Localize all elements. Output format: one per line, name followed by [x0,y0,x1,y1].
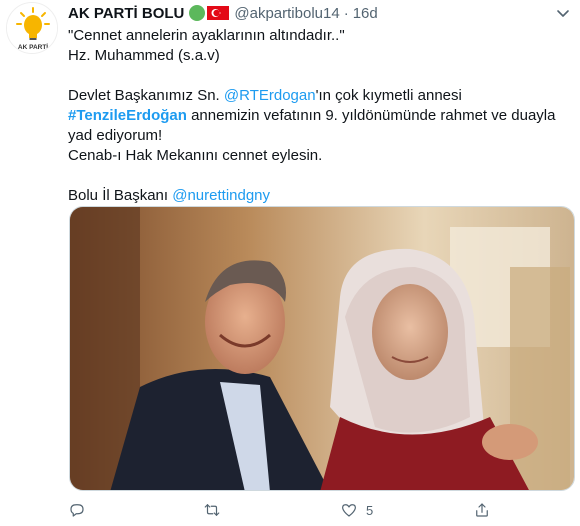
caret-down-icon [557,10,569,17]
text-fragment: Devlet Başkanımız Sn. [68,87,224,104]
tweet-actions: 5 [68,498,568,522]
hashtag-link[interactable]: #TenzileErdoğan [68,107,187,124]
text-line: yad ediyorum! [68,127,163,144]
text-line: "Cennet annelerin ayaklarının altındadır… [68,27,345,44]
text-line: Bolu İl Başkanı @nurettindgny [68,186,568,206]
avatar[interactable]: AK PARTİ [6,2,58,54]
text-fragment: annemizin vefatının 9. yıldönümünde rahm… [186,107,556,124]
share-icon [476,503,488,517]
text-line: Hz. Muhammed (s.a.v) [68,47,220,64]
name-emojis [189,5,230,21]
tweet-photo[interactable] [69,206,575,491]
turkey-flag-icon [207,6,230,20]
text-line: Devlet Başkanımız Sn. @RTErdogan'ın çok … [68,86,568,106]
tweet-text: "Cennet annelerin ayaklarının altındadır… [68,26,568,206]
author-name[interactable]: AK PARTİ BOLU [68,5,184,22]
ak-party-logo-icon: AK PARTİ [7,3,57,53]
reply-button[interactable] [68,498,94,522]
retweet-button[interactable] [203,498,229,522]
separator-dot: · [343,4,349,22]
like-icon [342,504,356,517]
avatar-caption: AK PARTİ [18,43,48,51]
text-line: Cenab-ı Hak Mekanını cennet eylesin. [68,147,323,164]
retweet-icon [204,504,220,516]
author-handle[interactable]: @akpartibolu14 [234,5,339,22]
tweet[interactable]: AK PARTİ AK PARTİ BOLU @akpartibolu14 · … [0,0,580,526]
mention-link[interactable]: @nurettindgny [172,187,270,204]
more-options-button[interactable] [554,4,572,22]
reply-icon [70,504,84,517]
green-circle-icon [189,5,206,21]
like-button[interactable]: 5 [340,498,373,522]
photo-image [70,207,574,490]
text-fragment: Bolu İl Başkanı [68,187,173,204]
text-fragment: 'ın çok kıymetli annesi [315,87,462,104]
mention-link[interactable]: @RTErdogan [224,87,316,104]
tweet-header: AK PARTİ BOLU @akpartibolu14 · 16d [68,2,378,24]
tweet-timestamp[interactable]: 16d [353,5,378,22]
like-count: 5 [366,502,374,518]
text-line: #TenzileErdoğan annemizin vefatının 9. y… [68,106,568,126]
share-button[interactable] [473,498,491,522]
